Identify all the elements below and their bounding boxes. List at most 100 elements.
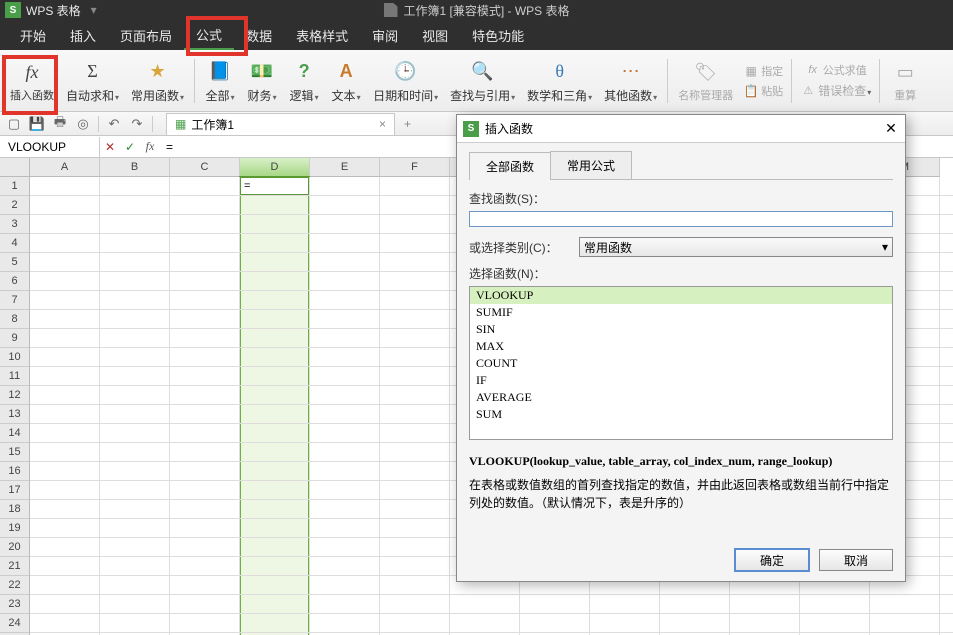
name-manager-button[interactable]: 🏷 名称管理器 [672, 52, 739, 110]
search-icon: 🔍 [468, 58, 498, 86]
all-fn-label: 全部 [206, 89, 230, 103]
row-header[interactable]: 21 [0, 557, 29, 576]
row-header[interactable]: 22 [0, 576, 29, 595]
fn-item-max[interactable]: MAX [470, 338, 892, 355]
formula-eval-button[interactable]: fx 公式求值 [796, 61, 875, 79]
menu-insert[interactable]: 插入 [58, 20, 108, 50]
row-header[interactable]: 2 [0, 196, 29, 215]
col-header[interactable]: B [100, 158, 170, 177]
error-check-label: 错误检查 [818, 84, 866, 98]
accept-formula-button[interactable]: ✓ [120, 137, 140, 157]
row-header[interactable]: 8 [0, 310, 29, 329]
fn-item-if[interactable]: IF [470, 372, 892, 389]
row-header[interactable]: 16 [0, 462, 29, 481]
other-fn-button[interactable]: ⋯ 其他函数▾ [598, 52, 663, 110]
fn-item-sum[interactable]: SUM [470, 406, 892, 423]
row-header[interactable]: 18 [0, 500, 29, 519]
text-fn-button[interactable]: A 文本▾ [325, 52, 367, 110]
row-header[interactable]: 7 [0, 291, 29, 310]
col-header[interactable]: E [310, 158, 380, 177]
cancel-formula-button[interactable]: ✕ [100, 137, 120, 157]
select-all-corner[interactable] [0, 158, 30, 177]
col-header[interactable]: A [30, 158, 100, 177]
qa-preview[interactable]: ◎ [73, 114, 93, 134]
function-list[interactable]: VLOOKUP SUMIF SIN MAX COUNT IF AVERAGE S… [469, 286, 893, 440]
workbook-tab-label: 工作簿1 [191, 116, 234, 133]
dialog-close-button[interactable]: ✕ [877, 115, 905, 143]
col-header[interactable]: F [380, 158, 450, 177]
col-header[interactable]: C [170, 158, 240, 177]
row-header[interactable]: 23 [0, 595, 29, 614]
qa-new[interactable]: ▢ [4, 114, 24, 134]
paste-button[interactable]: 📋 粘贴 [739, 82, 787, 100]
logic-fn-button[interactable]: ? 逻辑▾ [283, 52, 325, 110]
common-fn-button[interactable]: ★ 常用函数▾ [125, 52, 190, 110]
fx-button[interactable]: fx [140, 137, 160, 157]
row-header[interactable]: 10 [0, 348, 29, 367]
fn-item-sumif[interactable]: SUMIF [470, 304, 892, 321]
tab-common-formulas[interactable]: 常用公式 [550, 151, 632, 179]
dialog-title-bar[interactable]: S 插入函数 ✕ [457, 115, 905, 143]
fn-item-average[interactable]: AVERAGE [470, 389, 892, 406]
menu-review[interactable]: 审阅 [360, 20, 410, 50]
row-header[interactable]: 5 [0, 253, 29, 272]
row-header[interactable]: 3 [0, 215, 29, 234]
math-fn-button[interactable]: θ 数学和三角▾ [521, 52, 598, 110]
row-header[interactable]: 9 [0, 329, 29, 348]
all-fn-button[interactable]: 📘 全部▾ [199, 52, 241, 110]
math-fn-label: 数学和三角 [527, 89, 587, 103]
finance-fn-button[interactable]: 💵 财务▾ [241, 52, 283, 110]
active-cell[interactable]: = [239, 176, 310, 196]
error-check-button[interactable]: ⚠ 错误检查▾ [796, 81, 875, 100]
name-manager-label: 名称管理器 [678, 87, 733, 103]
row-header[interactable]: 24 [0, 614, 29, 633]
row-header[interactable]: 4 [0, 234, 29, 253]
workbook-tab[interactable]: ▦ 工作簿1 × [166, 113, 395, 135]
sigma-icon: Σ [78, 58, 108, 86]
qa-redo[interactable]: ↷ [127, 114, 147, 134]
menu-view[interactable]: 视图 [410, 20, 460, 50]
row-header[interactable]: 11 [0, 367, 29, 386]
row-header[interactable]: 15 [0, 443, 29, 462]
dialog-title: 插入函数 [485, 120, 533, 137]
fn-item-count[interactable]: COUNT [470, 355, 892, 372]
insert-function-button[interactable]: fx 插入函数 [4, 52, 60, 110]
row-header[interactable]: 13 [0, 405, 29, 424]
fn-item-sin[interactable]: SIN [470, 321, 892, 338]
row-header[interactable]: 17 [0, 481, 29, 500]
row-header[interactable]: 12 [0, 386, 29, 405]
menu-page-layout[interactable]: 页面布局 [108, 20, 184, 50]
menu-formula[interactable]: 公式 [184, 20, 234, 50]
row-header[interactable]: 19 [0, 519, 29, 538]
ok-button[interactable]: 确定 [735, 549, 809, 571]
fn-item-vlookup[interactable]: VLOOKUP [470, 287, 892, 304]
active-cell-text: = [241, 180, 250, 192]
row-header[interactable]: 20 [0, 538, 29, 557]
row-header[interactable]: 14 [0, 424, 29, 443]
name-box[interactable]: VLOOKUP [0, 137, 100, 157]
lookup-fn-button[interactable]: 🔍 查找与引用▾ [444, 52, 521, 110]
close-tab-icon[interactable]: × [379, 117, 386, 131]
datetime-fn-button[interactable]: 🕒 日期和时间▾ [367, 52, 444, 110]
new-tab-button[interactable]: + [404, 117, 411, 131]
search-function-input[interactable] [469, 211, 893, 227]
assign-button[interactable]: ▦ 指定 [739, 62, 787, 80]
app-dropdown-icon[interactable]: ▾ [87, 3, 101, 17]
qa-undo[interactable]: ↶ [104, 114, 124, 134]
cancel-button[interactable]: 取消 [819, 549, 893, 571]
row-header[interactable]: 1 [0, 177, 29, 196]
autosum-button[interactable]: Σ 自动求和▾ [60, 52, 125, 110]
menu-data[interactable]: 数据 [234, 20, 284, 50]
menu-special[interactable]: 特色功能 [460, 20, 536, 50]
col-header-selected[interactable]: D [240, 158, 310, 177]
menu-start[interactable]: 开始 [8, 20, 58, 50]
other-fn-label: 其他函数 [604, 89, 652, 103]
tab-all-functions[interactable]: 全部函数 [469, 152, 551, 180]
row-header[interactable]: 6 [0, 272, 29, 291]
menu-table-style[interactable]: 表格样式 [284, 20, 360, 50]
qa-save[interactable]: 💾 [27, 114, 47, 134]
dialog-tabs: 全部函数 常用公式 [469, 151, 893, 180]
category-select[interactable]: 常用函数 ▾ [579, 237, 893, 257]
qa-print[interactable]: 🖶 [50, 114, 70, 134]
recalc-button[interactable]: ▭ 重算 [884, 52, 926, 110]
